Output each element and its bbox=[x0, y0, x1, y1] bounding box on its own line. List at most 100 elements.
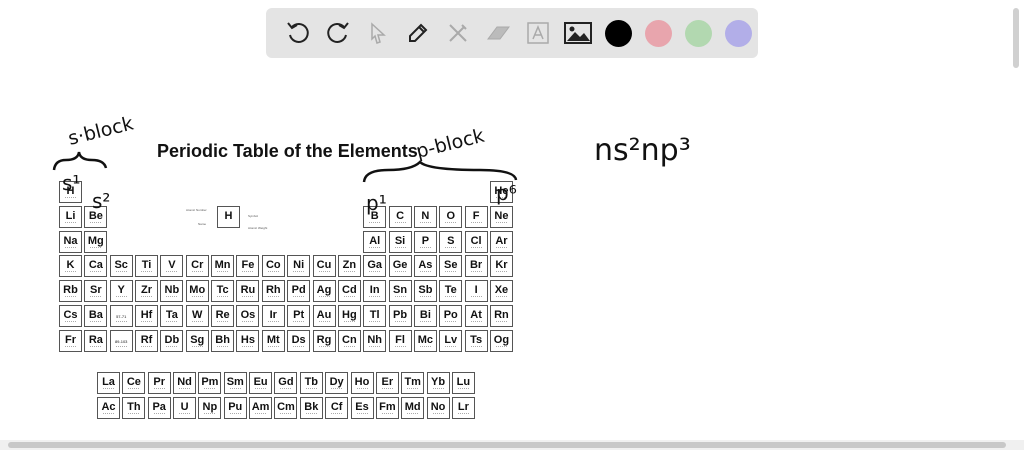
element-cn: Cn bbox=[337, 329, 361, 352]
element-md: Md bbox=[401, 396, 425, 419]
element-zr: Zr bbox=[135, 280, 159, 303]
element-name bbox=[115, 271, 127, 274]
element-bk: Bk bbox=[299, 396, 323, 419]
element-mc: Mc bbox=[413, 329, 437, 352]
element-symbol: Tl bbox=[369, 309, 380, 321]
element-name bbox=[242, 296, 254, 299]
element-name bbox=[470, 296, 482, 299]
element-name bbox=[90, 246, 102, 250]
element-symbol: K bbox=[66, 259, 75, 272]
element-te: Te bbox=[439, 280, 463, 303]
image-icon[interactable] bbox=[558, 13, 598, 53]
element-rb: Rb bbox=[59, 280, 82, 303]
element-name bbox=[153, 412, 165, 416]
element-name bbox=[217, 271, 229, 274]
element-symbol: I bbox=[474, 284, 478, 297]
element-v: V bbox=[160, 255, 184, 278]
element-al: Al bbox=[363, 230, 387, 253]
element-name bbox=[394, 321, 406, 324]
color-pink[interactable] bbox=[638, 13, 678, 53]
element-name bbox=[470, 321, 482, 324]
element-symbol: B bbox=[370, 209, 379, 222]
element-name bbox=[495, 197, 507, 200]
element-name bbox=[343, 345, 355, 349]
element-name bbox=[495, 321, 507, 324]
element-name bbox=[128, 412, 140, 416]
element-o: O bbox=[439, 205, 463, 228]
element-og: Og bbox=[489, 329, 513, 352]
color-green[interactable] bbox=[678, 13, 718, 53]
element-name bbox=[470, 345, 482, 349]
element-symbol: Te bbox=[444, 284, 457, 297]
element-name bbox=[394, 345, 406, 349]
element-name bbox=[419, 246, 431, 250]
element-name bbox=[242, 321, 254, 324]
element-fm: Fm bbox=[375, 396, 399, 419]
element-p: P bbox=[413, 230, 437, 253]
element-symbol: Ds bbox=[291, 333, 306, 346]
element-name bbox=[495, 271, 507, 274]
element-name bbox=[191, 271, 203, 274]
element-symbol: Ra bbox=[88, 333, 103, 346]
element-symbol: Hg bbox=[342, 309, 357, 321]
element-na: Na bbox=[59, 230, 82, 253]
element-w: W bbox=[185, 305, 209, 327]
element-symbol: Cl bbox=[470, 234, 482, 247]
element-symbol: Rn bbox=[494, 309, 509, 321]
element-sg: Sg bbox=[185, 329, 209, 352]
element-co: Co bbox=[261, 255, 285, 278]
element-symbol: Sg bbox=[190, 333, 205, 346]
element-symbol: 89-103 bbox=[114, 338, 128, 344]
element-name bbox=[457, 388, 469, 391]
element-in: In bbox=[363, 280, 387, 303]
element-name bbox=[217, 321, 229, 324]
element-symbol: Cs bbox=[63, 309, 78, 321]
element-n: N bbox=[413, 205, 437, 228]
element-name bbox=[419, 271, 431, 274]
color-black[interactable] bbox=[598, 13, 638, 53]
horizontal-scrollbar[interactable] bbox=[0, 440, 1024, 450]
element-es: Es bbox=[350, 396, 374, 419]
element-bi: Bi bbox=[413, 305, 437, 327]
element-name bbox=[191, 345, 203, 349]
eraser-icon[interactable] bbox=[478, 13, 518, 53]
element-xe: Xe bbox=[489, 280, 513, 303]
tools-icon[interactable] bbox=[438, 13, 478, 53]
text-icon[interactable] bbox=[518, 13, 558, 53]
element-zn: Zn bbox=[337, 255, 361, 278]
element-symbol: Pa bbox=[152, 400, 166, 413]
element-name bbox=[318, 296, 330, 299]
element-name bbox=[470, 271, 482, 274]
element-name bbox=[179, 388, 191, 391]
element-symbol: Cf bbox=[330, 400, 343, 413]
select-icon[interactable] bbox=[358, 13, 398, 53]
element-bh: Bh bbox=[211, 329, 235, 352]
element-ac: Ac bbox=[97, 396, 120, 419]
element-au: Au bbox=[312, 305, 336, 327]
element-symbol: Mt bbox=[266, 333, 280, 346]
page-title: Periodic Table of the Elements bbox=[157, 141, 418, 161]
pen-icon[interactable] bbox=[398, 13, 438, 53]
vertical-scrollbar[interactable] bbox=[1012, 8, 1020, 436]
element-tm: Tm bbox=[401, 372, 425, 394]
element-gd: Gd bbox=[274, 372, 298, 394]
element-name bbox=[457, 412, 469, 416]
element-symbol: No bbox=[430, 400, 446, 413]
element-name bbox=[166, 321, 178, 324]
element-symbol: Pb bbox=[393, 309, 408, 321]
s-block-label: s·block bbox=[66, 112, 136, 149]
element-symbol: Cu bbox=[316, 259, 332, 272]
element-mt: Mt bbox=[261, 329, 285, 352]
element-tl: Tl bbox=[363, 305, 387, 327]
scroll-thumb[interactable] bbox=[8, 442, 1006, 448]
scroll-thumb[interactable] bbox=[1013, 8, 1019, 68]
element-pu: Pu bbox=[223, 396, 247, 419]
element-name bbox=[65, 197, 76, 200]
redo-icon[interactable] bbox=[318, 13, 358, 53]
element-name bbox=[293, 271, 305, 274]
element-symbol: At bbox=[470, 309, 482, 321]
element-name bbox=[217, 345, 229, 349]
element-symbol: Ts bbox=[470, 333, 483, 346]
undo-icon[interactable] bbox=[278, 13, 318, 53]
color-purple[interactable] bbox=[718, 13, 758, 53]
